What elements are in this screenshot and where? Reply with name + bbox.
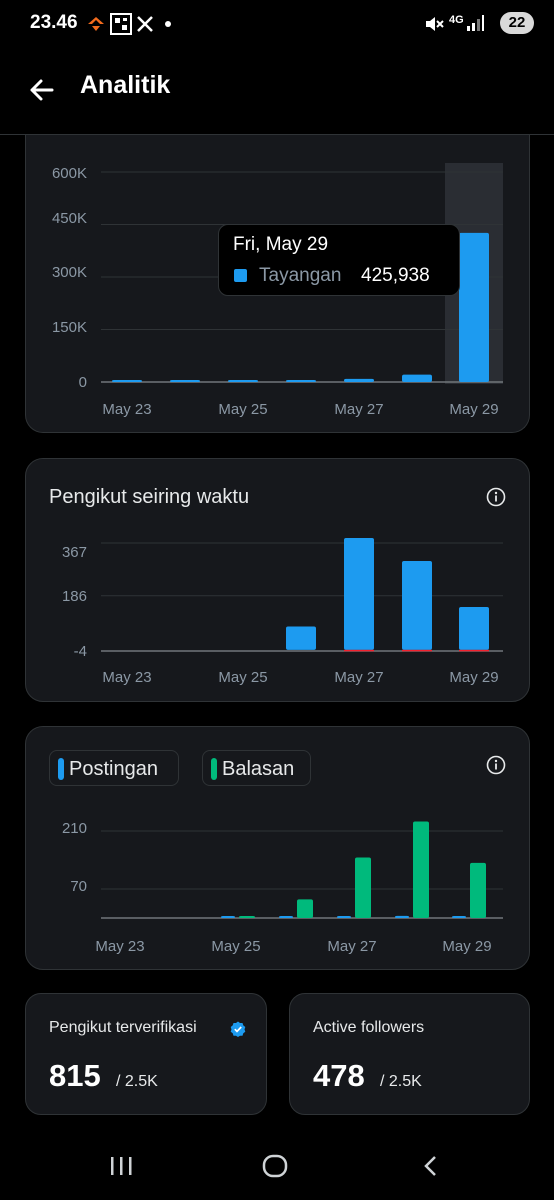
x-tick-label: May 23 [102, 401, 151, 418]
verified-followers-card: Pengikut terverifikasi 815 / 2.5K [25, 993, 267, 1115]
y-tick-label: -4 [74, 643, 87, 660]
y-tick-label: 367 [62, 544, 87, 561]
tooltip-value: 425,938 [361, 265, 430, 286]
mute-icon [426, 17, 444, 31]
followers-loss-bar[interactable] [402, 649, 432, 652]
stat-total: / 2.5K [380, 1073, 422, 1090]
y-tick-label: 600K [52, 165, 87, 182]
views-bar[interactable] [170, 380, 200, 382]
tooltip-swatch [234, 269, 247, 282]
y-tick-label: 300K [52, 264, 87, 281]
replies-bar[interactable] [239, 916, 255, 918]
x-tick-label: May 25 [218, 669, 267, 686]
views-bar[interactable] [344, 378, 374, 382]
replies-bar[interactable] [470, 862, 486, 918]
y-tick-label: 70 [70, 878, 87, 895]
network-type: 4G [449, 14, 464, 26]
x-tick-label: May 29 [449, 401, 498, 418]
y-tick-label: 450K [52, 210, 87, 227]
x-tick-label: May 29 [442, 938, 491, 955]
followers-loss-bar[interactable] [459, 649, 489, 652]
active-followers-card: Active followers 478 / 2.5K [289, 993, 530, 1115]
views-bar[interactable] [286, 380, 316, 382]
strava-icon [88, 17, 104, 31]
recent-apps-icon[interactable] [108, 1155, 134, 1177]
posts-bar[interactable] [395, 915, 409, 918]
followers-gain-bar[interactable] [344, 538, 374, 650]
verified-badge-icon [230, 1021, 246, 1037]
x-tick-label: May 25 [211, 938, 260, 955]
followers-chart-card: Pengikut seiring waktu 367 186 -4 May 23… [25, 458, 530, 702]
posts-bar[interactable] [452, 916, 466, 918]
views-bar[interactable] [228, 380, 258, 382]
replies-bar[interactable] [355, 857, 371, 918]
followers-gain-bar[interactable] [402, 561, 432, 650]
x-tick-label: May 23 [102, 669, 151, 686]
x-tick-label: May 29 [449, 669, 498, 686]
posts-bar[interactable] [279, 916, 293, 918]
back-arrow-icon[interactable] [24, 72, 60, 108]
signal-icon [467, 15, 484, 31]
x-logo-icon [137, 16, 153, 32]
app-header: Analitik [0, 50, 554, 135]
stat-label: Pengikut terverifikasi [49, 1019, 197, 1036]
followers-gain-bar[interactable] [286, 626, 316, 650]
status-bar: 23.46 4G 22 [0, 0, 554, 50]
posts-bar[interactable] [337, 916, 351, 918]
posts-bar[interactable] [221, 916, 235, 918]
y-tick-label: 210 [62, 820, 87, 837]
views-bar[interactable] [402, 374, 432, 382]
chart-tooltip: Fri, May 29 Tayangan 425,938 [218, 224, 460, 296]
dot-icon [165, 21, 171, 27]
posts-chart: 210 70 May 23 May 25 May 27 May 29 [62, 820, 503, 955]
x-tick-label: May 27 [334, 401, 383, 418]
replies-bar[interactable] [413, 821, 429, 918]
page-title: Analitik [80, 71, 171, 99]
stat-value: 815 [49, 1058, 101, 1093]
y-tick-label: 186 [62, 588, 87, 605]
stat-value: 478 [313, 1058, 365, 1093]
y-tick-label: 0 [79, 374, 87, 391]
followers-loss-bar[interactable] [344, 649, 374, 652]
status-time: 23.46 [30, 12, 78, 33]
stat-label: Active followers [313, 1019, 425, 1036]
x-tick-label: May 27 [327, 938, 376, 955]
x-tick-label: May 27 [334, 669, 383, 686]
followers-chart: 367 186 -4 May 23 May 25 May 27 May 29 [62, 538, 503, 686]
home-icon[interactable] [262, 1154, 288, 1178]
views-bar[interactable] [459, 232, 489, 382]
x-tick-label: May 25 [218, 401, 267, 418]
tooltip-label: Tayangan [259, 265, 342, 286]
tooltip-date: Fri, May 29 [233, 234, 329, 255]
x-tick-label: May 23 [95, 938, 144, 955]
stat-total: / 2.5K [116, 1073, 158, 1090]
system-nav-bar [0, 1130, 554, 1200]
posts-chart-card: Postingan Balasan 210 70 May 23 May 25 M… [25, 726, 530, 970]
followers-gain-bar[interactable] [459, 607, 489, 650]
back-nav-icon[interactable] [420, 1154, 442, 1178]
qr-icon [110, 13, 132, 35]
battery-indicator: 22 [500, 12, 534, 34]
y-tick-label: 150K [52, 319, 87, 336]
views-bar[interactable] [112, 380, 142, 382]
replies-bar[interactable] [297, 899, 313, 918]
